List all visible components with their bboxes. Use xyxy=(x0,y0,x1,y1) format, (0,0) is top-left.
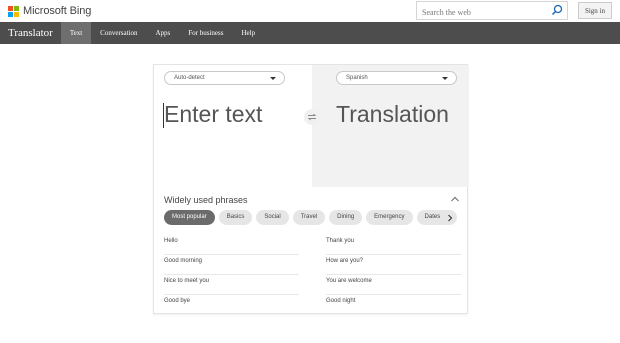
tab-for-business[interactable]: For business xyxy=(179,22,232,44)
chevron-down-icon xyxy=(270,77,276,80)
category-emergency[interactable]: Emergency xyxy=(366,210,413,225)
source-panel[interactable]: Auto-detect Enter text xyxy=(154,65,312,187)
translator-nav: Translator Text Conversation Apps For bu… xyxy=(0,22,620,44)
phrase-item[interactable]: Good night xyxy=(326,295,461,315)
phrases-title: Widely used phrases xyxy=(164,195,248,205)
translator-card: Auto-detect Enter text Spanish Translati… xyxy=(153,64,469,315)
tab-apps[interactable]: Apps xyxy=(147,22,180,44)
bing-logo[interactable]: Microsoft Bing xyxy=(8,5,91,17)
chevron-right-icon xyxy=(448,214,453,221)
tab-help[interactable]: Help xyxy=(232,22,264,44)
top-bar: Microsoft Bing Sign in xyxy=(0,0,620,22)
category-most-popular[interactable]: Most popular xyxy=(164,210,215,225)
tab-conversation[interactable]: Conversation xyxy=(91,22,146,44)
source-language-label: Auto-detect xyxy=(174,75,205,81)
phrase-item[interactable]: How are you? xyxy=(326,255,461,275)
phrase-item[interactable]: You are welcome xyxy=(326,275,461,295)
sign-in-button[interactable]: Sign in xyxy=(578,2,612,19)
translation-output: Translation xyxy=(336,101,449,127)
phrase-item[interactable]: Thank you xyxy=(326,235,461,255)
tab-text[interactable]: Text xyxy=(60,22,92,44)
search-icon[interactable] xyxy=(551,4,563,16)
target-panel: Spanish Translation xyxy=(312,65,469,187)
category-dining[interactable]: Dining xyxy=(329,210,363,225)
source-language-select[interactable]: Auto-detect xyxy=(164,71,285,85)
category-basics[interactable]: Basics xyxy=(218,210,253,225)
phrase-item[interactable]: Good bye xyxy=(164,295,299,315)
search-box[interactable] xyxy=(416,1,568,21)
swap-languages-button[interactable] xyxy=(304,109,320,125)
translator-brand[interactable]: Translator xyxy=(0,22,61,44)
chevron-up-icon[interactable] xyxy=(450,195,460,203)
target-language-label: Spanish xyxy=(346,75,368,81)
target-language-select[interactable]: Spanish xyxy=(336,71,457,85)
microsoft-logo-icon xyxy=(8,5,19,17)
swap-icon xyxy=(307,113,317,121)
phrase-item[interactable]: Good morning xyxy=(164,255,299,275)
phrase-item[interactable]: Hello xyxy=(164,235,299,255)
source-text-input[interactable]: Enter text xyxy=(164,101,262,128)
phrase-categories: Most popular Basics Social Travel Dining… xyxy=(164,210,460,226)
logo-text: Microsoft Bing xyxy=(23,5,92,17)
search-input[interactable] xyxy=(417,4,545,21)
chevron-down-icon xyxy=(442,77,448,80)
category-travel[interactable]: Travel xyxy=(292,210,326,225)
phrase-item[interactable]: Nice to meet you xyxy=(164,275,299,295)
category-social[interactable]: Social xyxy=(256,210,289,225)
